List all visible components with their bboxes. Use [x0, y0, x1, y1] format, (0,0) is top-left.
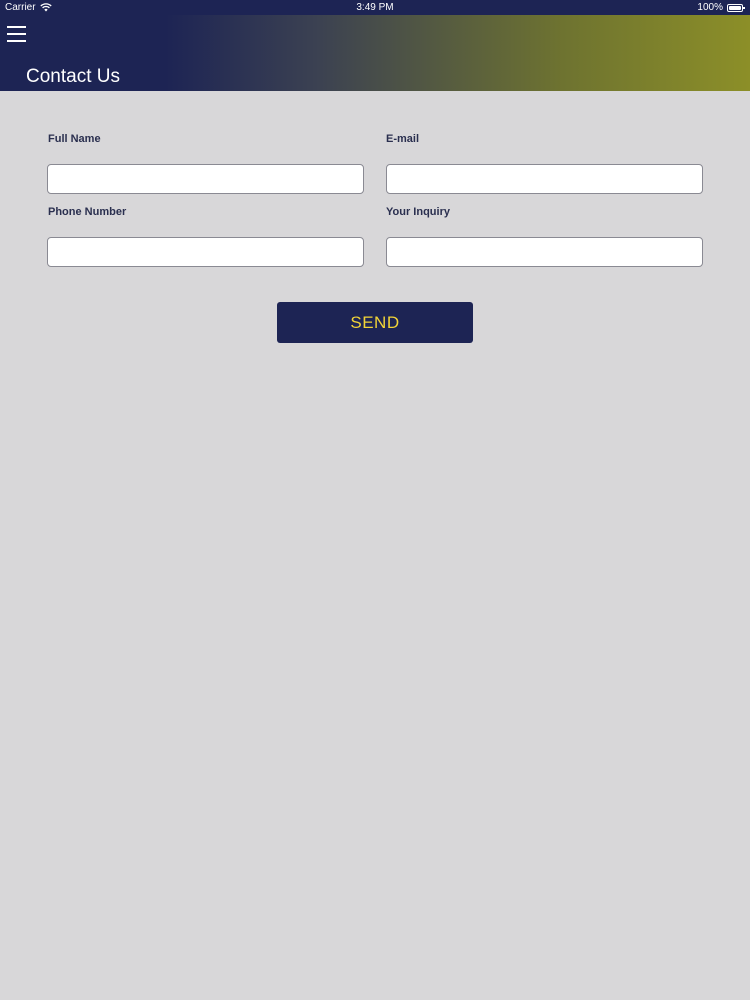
phone-number-label: Phone Number [48, 206, 127, 218]
hamburger-menu-icon[interactable] [7, 25, 27, 43]
full-name-input[interactable] [47, 164, 364, 194]
status-right: 100% [697, 2, 745, 13]
email-input[interactable] [386, 164, 703, 194]
status-time: 3:49 PM [356, 2, 394, 13]
email-label: E-mail [386, 133, 420, 145]
full-name-label: Full Name [48, 133, 101, 145]
battery-percentage: 100% [697, 2, 723, 13]
send-button[interactable]: SEND [277, 302, 473, 343]
page-title: Contact Us [26, 66, 120, 87]
status-bar: Carrier 3:49 PM 100% [0, 0, 750, 15]
phone-number-input[interactable] [47, 237, 364, 267]
app-header: Contact Us [0, 15, 750, 91]
battery-icon [727, 3, 745, 12]
inquiry-label: Your Inquiry [386, 206, 450, 218]
inquiry-input[interactable] [386, 237, 703, 267]
